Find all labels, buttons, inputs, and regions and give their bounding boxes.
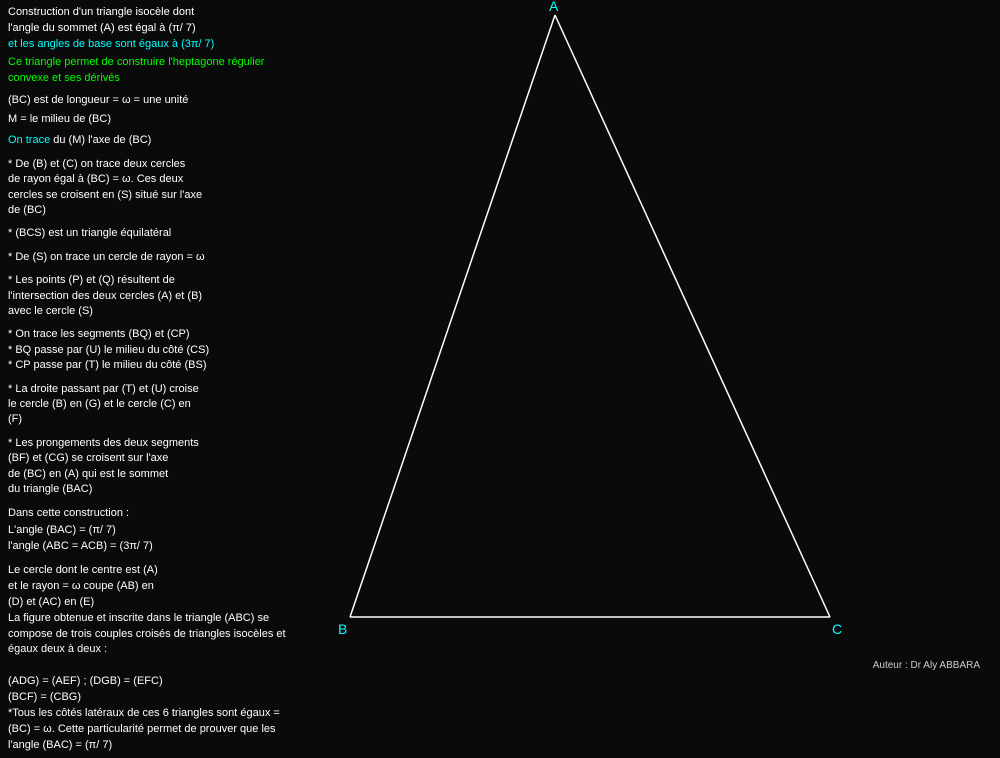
construction-block: Dans cette construction : L'angle (BAC) …: [8, 505, 298, 555]
step-2: * De (B) et (C) on trace deux cercles de…: [8, 157, 298, 219]
step-3: * (BCS) est un triangle équilatéral: [8, 226, 298, 241]
subtitle: Ce triangle permet de construire l'hepta…: [8, 55, 298, 87]
circle-description: Le cercle dont le centre est (A) et le r…: [8, 563, 298, 754]
label-c: C: [832, 621, 842, 637]
bc-info: (BC) est de longueur = ω = une unité: [8, 93, 298, 108]
step-1: On trace du (M) l'axe de (BC): [8, 133, 298, 148]
step-6: * On trace les segments (BQ) et (CP) * B…: [8, 327, 298, 373]
label-b: B: [338, 621, 347, 637]
label-a: A: [549, 0, 559, 14]
step-8: * Les prongements des deux segments (BF)…: [8, 436, 298, 498]
step-5: * Les points (P) et (Q) résultent de l'i…: [8, 273, 298, 319]
title-line1: Construction d'un triangle isocèle dont …: [8, 5, 298, 53]
line-ac: [555, 15, 830, 617]
text-panel: Construction d'un triangle isocèle dont …: [8, 5, 298, 758]
author-label: Auteur : Dr Aly ABBARA: [873, 660, 980, 671]
line-ab: [350, 15, 555, 617]
step-4: * De (S) on trace un cercle de rayon = ω: [8, 250, 298, 265]
m-info: M = le milieu de (BC): [8, 112, 298, 127]
step-7: * La droite passant par (T) et (U) crois…: [8, 382, 298, 428]
